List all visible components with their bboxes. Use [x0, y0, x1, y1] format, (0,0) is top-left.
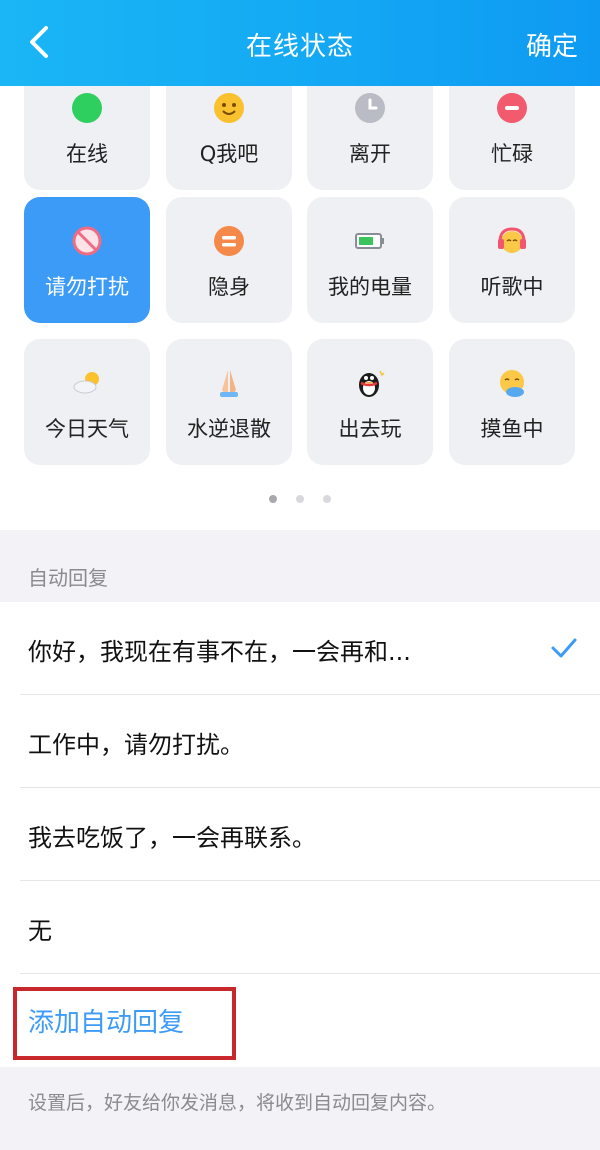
status-going-out[interactable]: 出去玩 [307, 339, 433, 465]
clock-icon [355, 93, 385, 123]
auto-reply-text: 无 [28, 917, 52, 945]
status-do-not-disturb[interactable]: 请勿打扰 [24, 197, 150, 323]
status-label: Q我吧 [199, 142, 259, 166]
status-label: 我的电量 [328, 275, 412, 299]
status-label: 忙碌 [491, 142, 533, 166]
status-label: 摸鱼中 [480, 417, 544, 441]
status-anti-retrograde[interactable]: 水逆退散 [166, 339, 292, 465]
auto-reply-list: 你好，我现在有事不在，一会再和... 工作中，请勿打扰。 我去吃饭了，一会再联系… [0, 602, 600, 1067]
status-label: 今日天气 [45, 417, 129, 441]
invisible-icon [214, 226, 244, 256]
status-slacking[interactable]: 摸鱼中 [449, 339, 575, 465]
highlight-box [13, 987, 236, 1060]
auto-reply-option-4[interactable]: 无 [0, 881, 600, 974]
status-label: 出去玩 [338, 417, 402, 441]
status-label: 隐身 [208, 275, 250, 299]
status-label: 水逆退散 [187, 417, 271, 441]
headphones-icon [498, 227, 526, 253]
auto-reply-option-3[interactable]: 我去吃饭了，一会再联系。 [0, 788, 600, 881]
status-online[interactable]: 在线 [24, 86, 150, 190]
status-label: 听歌中 [480, 275, 544, 299]
auto-reply-section-label: 自动回复 [28, 566, 108, 590]
status-label: 在线 [66, 142, 108, 166]
status-weather[interactable]: 今日天气 [24, 339, 150, 465]
smiley-icon [214, 93, 244, 123]
status-invisible[interactable]: 隐身 [166, 197, 292, 323]
confirm-button[interactable]: 确定 [526, 26, 578, 63]
fishing-face-icon [500, 370, 524, 397]
auto-reply-text: 工作中，请勿打扰。 [28, 731, 244, 759]
auto-reply-option-2[interactable]: 工作中，请勿打扰。 [0, 695, 600, 788]
status-busy[interactable]: 忙碌 [449, 86, 575, 190]
status-listening[interactable]: 听歌中 [449, 197, 575, 323]
auto-reply-text: 你好，我现在有事不在，一会再和... [28, 638, 411, 666]
status-away[interactable]: 离开 [307, 86, 433, 190]
weather-icon [73, 372, 99, 394]
status-grid: 在线 Q我吧 离开 忙碌 请勿打扰 隐身 我的电量 听歌中 今日天气 水逆退散 … [0, 86, 600, 530]
page-dot-3[interactable] [323, 495, 332, 503]
green-dot-icon [72, 93, 102, 123]
checkmark-icon [551, 638, 577, 658]
penguin-icon [359, 370, 385, 397]
auto-reply-hint: 设置后，好友给你发消息，将收到自动回复内容。 [28, 1092, 447, 1114]
page-title: 在线状态 [245, 32, 354, 62]
page-dot-1[interactable] [268, 495, 277, 503]
busy-icon [497, 93, 527, 123]
status-battery[interactable]: 我的电量 [307, 197, 433, 323]
status-label: 请勿打扰 [45, 275, 129, 299]
nav-bar: 在线状态 确定 [0, 0, 600, 86]
praying-hands-icon [220, 370, 238, 397]
status-q-me[interactable]: Q我吧 [166, 86, 292, 190]
page-dot-2[interactable] [296, 495, 304, 503]
no-entry-icon [72, 226, 102, 256]
status-label: 离开 [349, 142, 391, 166]
add-auto-reply-button[interactable]: 添加自动回复 [0, 974, 600, 1067]
auto-reply-option-1[interactable]: 你好，我现在有事不在，一会再和... [0, 602, 600, 695]
battery-icon [355, 233, 384, 249]
page-indicator [0, 488, 600, 503]
auto-reply-text: 我去吃饭了，一会再联系。 [28, 824, 316, 852]
